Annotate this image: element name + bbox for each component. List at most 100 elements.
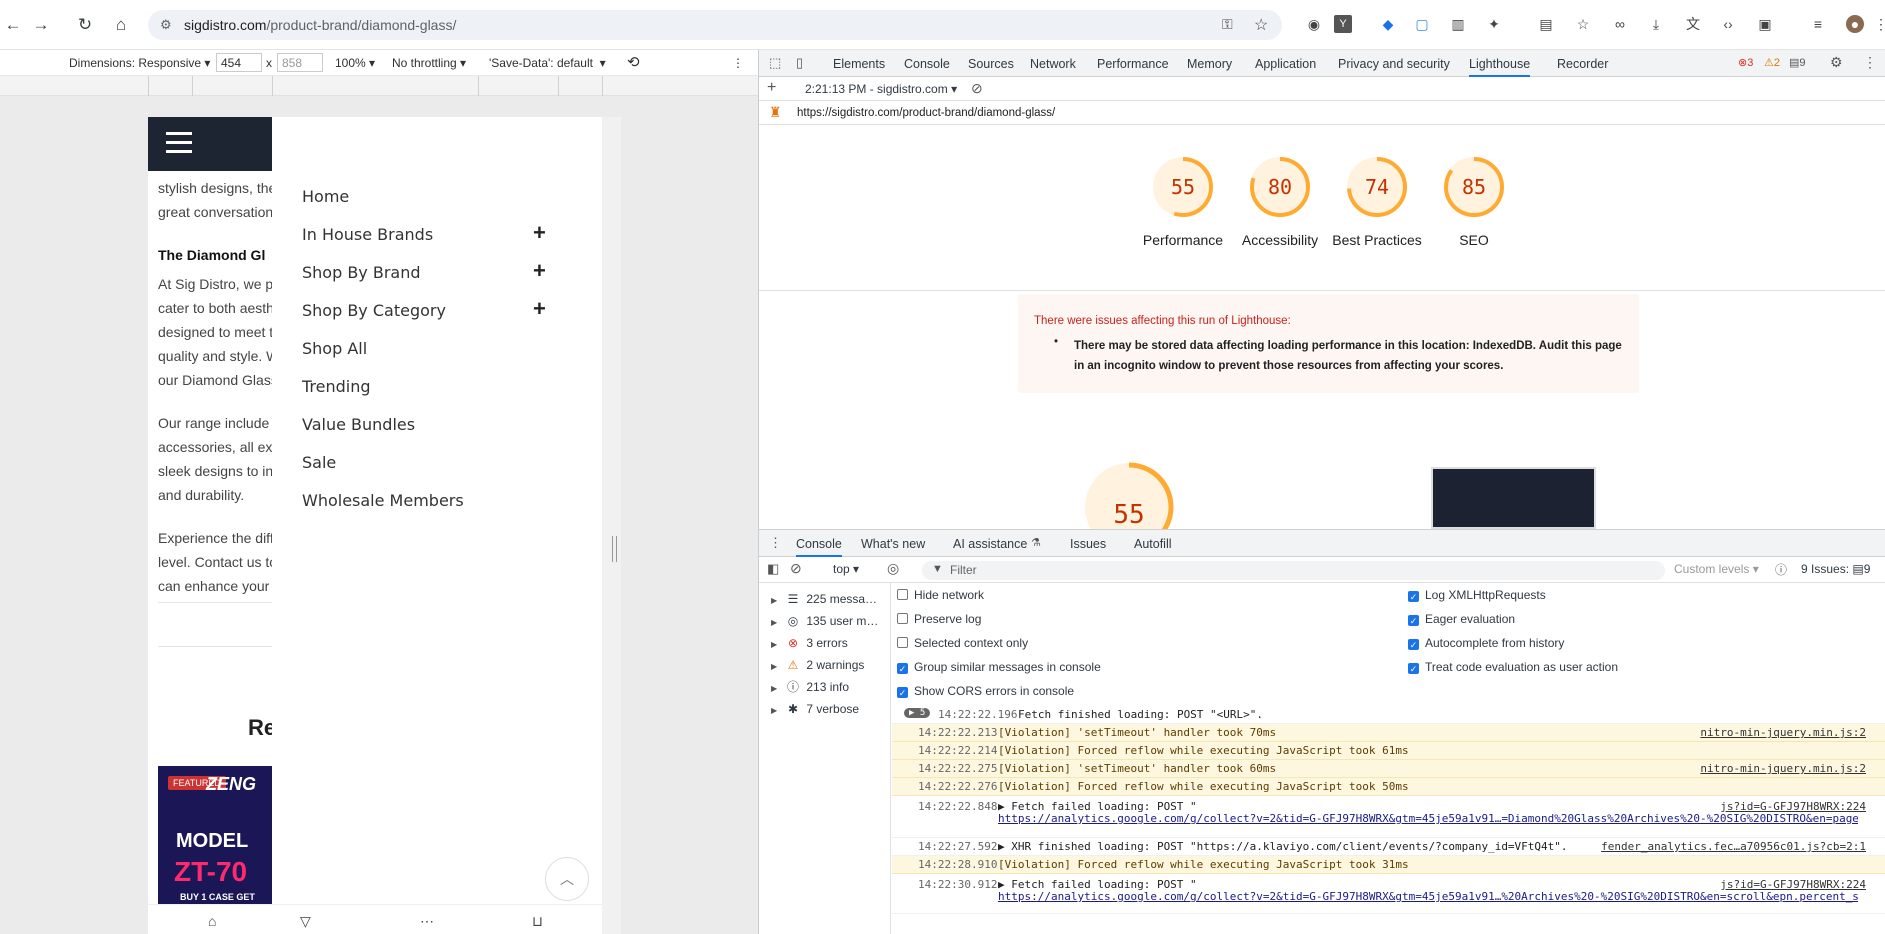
tab-recorder[interactable]: Recorder [1557,57,1608,71]
settings-gear-icon[interactable]: ⚙ [1830,54,1843,71]
console-filter-input[interactable]: ▼ Filter [922,561,1665,580]
console-message[interactable]: 14:22:30.912 ▶ Fetch failed loading: POS… [892,874,1885,914]
drawer-tab-autofill[interactable]: Autofill [1134,537,1172,551]
page-screenshot-thumbnail[interactable] [1431,467,1596,529]
tab-elements[interactable]: Elements [833,57,885,71]
sidebar-item-verbose[interactable]: ▶ ✱ 7 verbose [771,699,859,719]
issue-count-badge[interactable]: ▤9 [1789,56,1806,69]
translate-icon[interactable]: 文 [1684,15,1702,33]
console-message-warning[interactable]: 14:22:22.214 [Violation] Forced reflow w… [892,742,1885,760]
hamburger-icon[interactable] [148,117,210,171]
issues-link[interactable]: 9 Issues: ▤9 [1801,562,1870,576]
resize-handle[interactable] [612,536,617,562]
menu-item-in-house-brands[interactable]: In House Brands [302,225,433,244]
menu-kebab-icon[interactable]: ⋮ [1872,15,1885,33]
group-similar-checkbox[interactable]: ✓ Group similar messages in console [897,660,1101,674]
zoom-select[interactable]: 100% ▾ [335,56,375,70]
width-input[interactable]: 454 [216,53,262,72]
expand-shop-by-category-icon[interactable]: + [533,296,546,322]
menu-item-home[interactable]: Home [302,187,349,206]
drawer-menu-icon[interactable]: ⋮ [769,535,782,551]
menu-item-trending[interactable]: Trending [302,377,371,396]
menu-item-wholesale-members[interactable]: Wholesale Members [302,491,464,510]
treat-code-eval-checkbox[interactable]: ✓ Treat code evaluation as user action [1408,660,1618,674]
height-input[interactable]: 858 [277,53,323,72]
extensions-puzzle-icon[interactable]: ✦ [1485,15,1503,33]
context-select[interactable]: top ▾ [833,562,859,576]
log-url-link[interactable]: https://analytics.google.com/g/collect?v… [998,890,1858,903]
password-key-icon[interactable]: ⚿ [1222,16,1233,33]
autocomplete-history-checkbox[interactable]: ✓ Autocomplete from history [1408,636,1564,650]
log-source-link[interactable]: nitro-min-jquery.min.js:2 [1700,762,1866,775]
hide-network-checkbox[interactable]: Hide network [897,588,984,602]
clear-reports-icon[interactable]: ⊘ [971,80,983,97]
tab-memory[interactable]: Memory [1187,57,1232,71]
drawer-tab-issues[interactable]: Issues [1070,537,1106,551]
grid-nav-icon[interactable]: ⋯ [420,913,434,930]
sidebar-item-errors[interactable]: ▶ ⊗ 3 errors [771,633,848,653]
preserve-log-checkbox[interactable]: Preserve log [897,612,981,626]
trash-extension-icon[interactable]: ▥ [1449,15,1467,33]
sidebar-toggle-icon[interactable]: ◧ [767,561,779,577]
tab-performance[interactable]: Performance [1097,57,1169,71]
error-count-badge[interactable]: ⊗3 [1738,56,1753,69]
address-bar[interactable]: ⚙ sigdistro.com/product-brand/diamond-gl… [148,10,1282,40]
save-data-select[interactable]: 'Save-Data': default ▾ [489,56,606,70]
download-icon[interactable]: ⤓ [1647,15,1665,33]
expand-shop-by-brand-icon[interactable]: + [533,258,546,284]
reading-mode-icon[interactable]: ▤ [1537,15,1555,33]
expand-in-house-brands-icon[interactable]: + [533,220,546,246]
warning-count-badge[interactable]: ⚠2 [1764,56,1780,69]
tab-lighthouse[interactable]: Lighthouse [1469,57,1531,77]
menu-item-shop-by-category[interactable]: Shop By Category [302,301,446,320]
gauge-label[interactable]: Accessibility [1225,230,1335,250]
tab-console[interactable]: Console [904,57,950,71]
menu-item-shop-all[interactable]: Shop All [302,339,367,358]
log-source-link[interactable]: fender_analytics.fec…a70956c01.js?cb=2:1 [1601,840,1866,853]
filter-nav-icon[interactable]: ▽ [300,913,311,930]
link-icon[interactable]: ∞ [1611,15,1629,33]
console-message-warning[interactable]: 14:22:22.275 [Violation] 'setTimeout' ha… [892,760,1885,778]
dimensions-select[interactable]: Dimensions: Responsive ▾ [69,56,210,70]
devtools-menu-icon[interactable]: ⋮ [1863,54,1877,71]
log-source-link[interactable]: nitro-min-jquery.min.js:2 [1700,726,1866,739]
rotate-icon[interactable]: ⟲ [627,53,640,71]
selected-context-checkbox[interactable]: Selected context only [897,636,1028,650]
search-tab-icon[interactable]: ▣ [1756,15,1774,33]
bird-extension-icon[interactable]: ◆ [1379,15,1397,33]
device-options-icon[interactable]: ⋮ [732,56,744,70]
url-text[interactable]: sigdistro.com/product-brand/diamond-glas… [184,17,456,33]
report-selector[interactable]: 2:21:13 PM - sigdistro.com ▾ [805,82,957,96]
mobile-scrollbar[interactable] [602,117,621,934]
sidebar-item-warnings[interactable]: ▶ ⚠ 2 warnings [771,655,864,675]
log-levels-select[interactable]: Custom levels ▾ [1674,562,1759,576]
console-message-warning[interactable]: 14:22:28.910 [Violation] Forced reflow w… [892,856,1885,874]
score-gauge[interactable]: 55 [1151,155,1215,219]
score-gauge[interactable]: 80 [1248,155,1312,219]
reload-icon[interactable]: ↻ [74,14,96,36]
live-expression-eye-icon[interactable]: ◎ [887,560,899,577]
clear-console-icon[interactable]: ⊘ [790,560,802,577]
bookmark-star-icon[interactable]: ☆ [1254,15,1268,35]
scroll-to-top-button[interactable]: ︿ [545,857,589,901]
sidebar-item-info[interactable]: ▶ ⓘ 213 info [771,677,849,697]
console-message-warning[interactable]: 14:22:22.276 [Violation] Forced reflow w… [892,778,1885,796]
inspect-element-icon[interactable]: ⬚ [769,55,781,71]
back-icon[interactable]: ← [2,14,24,36]
site-info-icon[interactable]: ⚙ [160,17,172,33]
log-xhr-checkbox[interactable]: ✓ Log XMLHttpRequests [1408,588,1546,602]
device-toggle-icon[interactable]: ▯ [796,55,803,71]
gauge-label[interactable]: Best Practices [1322,230,1432,250]
product-card-image[interactable]: FEATURED ZENG MODEL ZT-70 BUY 1 CASE GET [158,766,272,904]
score-gauge[interactable]: 74 [1345,155,1409,219]
square-extension-icon[interactable]: ▢ [1413,15,1431,33]
new-report-icon[interactable]: + [767,79,776,97]
tab-application[interactable]: Application [1255,57,1316,71]
show-cors-checkbox[interactable]: ✓ Show CORS errors in console [897,684,1074,698]
menu-item-sale[interactable]: Sale [302,453,336,472]
camera-icon[interactable]: ◉ [1305,15,1323,33]
drawer-tab-whats-new[interactable]: What's new [861,537,925,551]
bookmarks-icon[interactable]: ☆ [1574,15,1592,33]
sidebar-item-messages[interactable]: ▶ ☰ 225 messa… [771,589,877,609]
console-message[interactable]: 14:22:22.848 ▶ Fetch failed loading: POS… [892,796,1885,838]
